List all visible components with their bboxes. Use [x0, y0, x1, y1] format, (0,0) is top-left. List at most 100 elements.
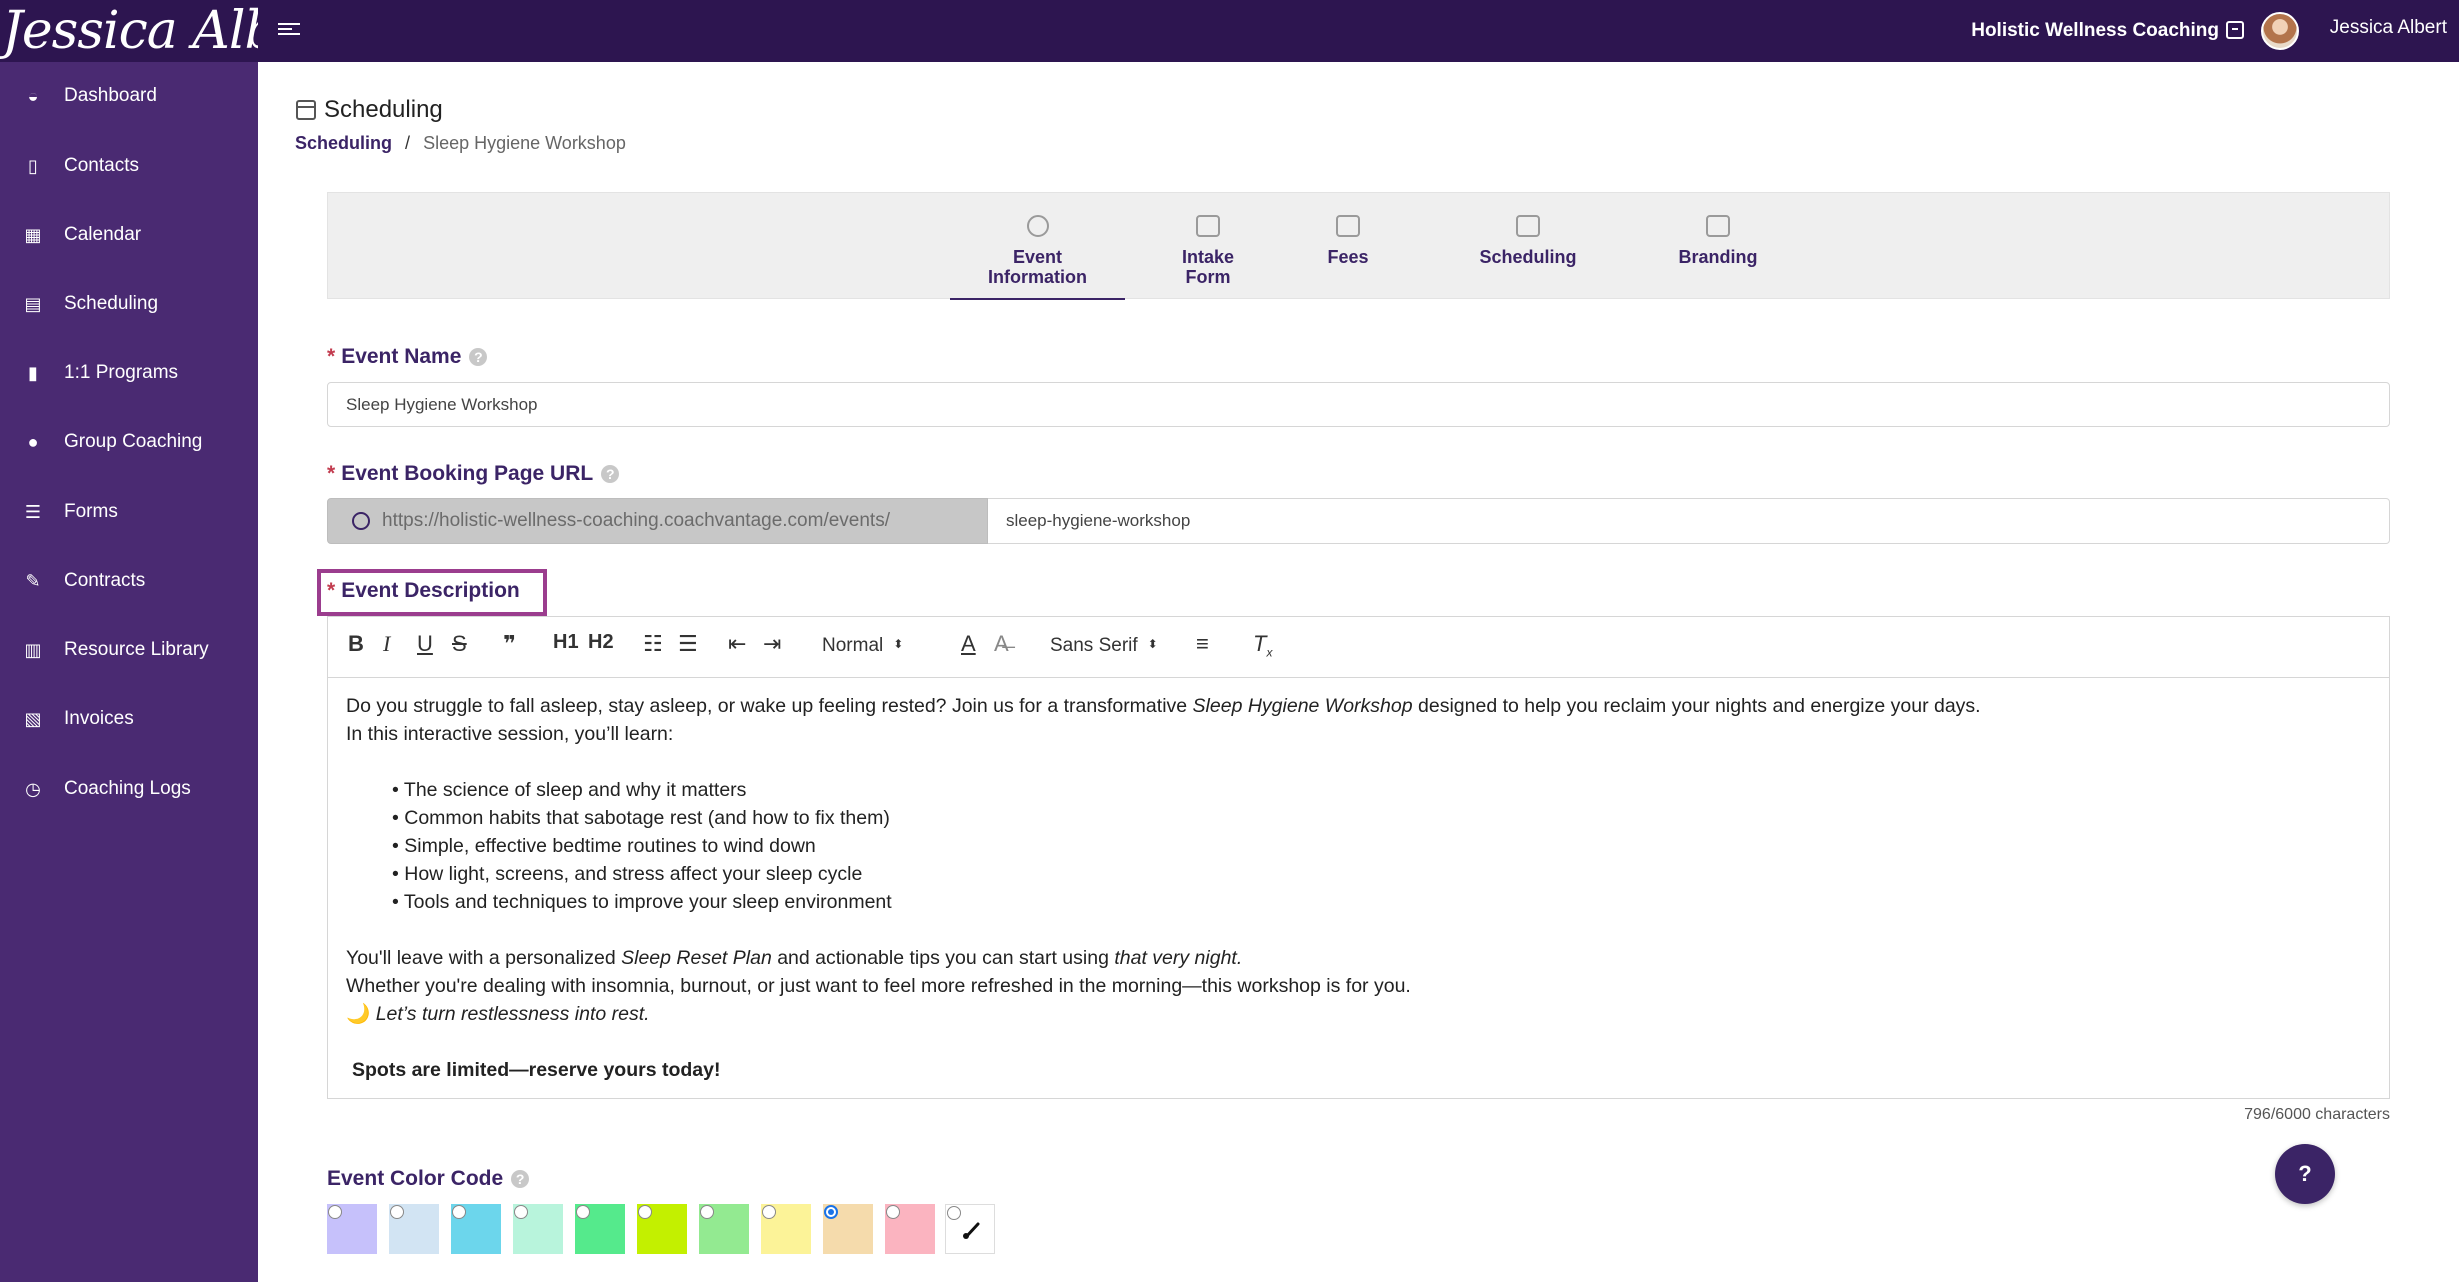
- color-swatch[interactable]: [389, 1204, 439, 1254]
- editor-paragraph: In this interactive session, you’ll lear…: [346, 723, 674, 745]
- color-swatch[interactable]: [327, 1204, 377, 1254]
- bullet-list-icon[interactable]: ☰: [678, 631, 698, 661]
- menu-toggle-icon[interactable]: [278, 20, 300, 42]
- invoice-icon: ▧: [24, 708, 42, 729]
- font-family-select[interactable]: Sans Serif ⬍: [1050, 635, 1158, 657]
- required-mark: *: [327, 345, 336, 368]
- avatar[interactable]: [2261, 12, 2299, 50]
- swatch-radio[interactable]: [886, 1205, 900, 1219]
- text-color-icon[interactable]: A: [961, 631, 976, 661]
- booking-url-prefix-text: https://holistic-wellness-coaching.coach…: [382, 510, 890, 531]
- color-swatch[interactable]: [451, 1204, 501, 1254]
- swatch-radio[interactable]: [514, 1205, 528, 1219]
- background-color-icon[interactable]: A̶: [994, 631, 1009, 661]
- ordered-list-icon[interactable]: ☷: [643, 631, 663, 661]
- sidebar-item-programs[interactable]: ▮ 1:1 Programs: [0, 348, 258, 398]
- sidebar-item-calendar[interactable]: ▦ Calendar: [0, 210, 258, 260]
- swatch-radio[interactable]: [576, 1205, 590, 1219]
- tab-label: Scheduling: [1479, 247, 1577, 267]
- breadcrumb-separator: /: [405, 133, 411, 153]
- sidebar-item-group-coaching[interactable]: ● Group Coaching: [0, 417, 258, 467]
- font-size-select[interactable]: Normal ⬍: [822, 635, 903, 657]
- editor-text: Do you struggle to fall asleep, stay asl…: [346, 695, 1193, 717]
- editor-paragraph: 🌙 Let’s turn restlessness into rest.: [346, 1000, 2371, 1028]
- user-menu[interactable]: Jessica Albert: [2330, 0, 2447, 62]
- color-swatch[interactable]: [885, 1204, 935, 1254]
- color-swatch[interactable]: [699, 1204, 749, 1254]
- swatch-radio[interactable]: [328, 1205, 342, 1219]
- credit-card-icon: [1336, 215, 1360, 237]
- breadcrumb-current: Sleep Hygiene Workshop: [423, 133, 626, 153]
- color-swatch[interactable]: [513, 1204, 563, 1254]
- brand-logo[interactable]: Jessica Albert: [0, 0, 258, 62]
- tab-branding[interactable]: Branding: [1648, 193, 1788, 300]
- sidebar-item-coaching-logs[interactable]: ◷ Coaching Logs: [0, 764, 258, 814]
- sidebar-item-label: Dashboard: [64, 85, 157, 106]
- clear-format-icon[interactable]: Tx: [1253, 631, 1272, 661]
- globe-icon: [352, 512, 370, 530]
- color-swatch[interactable]: [823, 1204, 873, 1254]
- breadcrumb: Scheduling / Sleep Hygiene Workshop: [295, 133, 626, 154]
- sidebar-item-contracts[interactable]: ✎ Contracts: [0, 556, 258, 606]
- font-family-value: Sans Serif: [1050, 635, 1138, 656]
- sidebar-item-resource-library[interactable]: ▥ Resource Library: [0, 625, 258, 675]
- help-icon[interactable]: ?: [601, 465, 620, 483]
- sidebar-item-dashboard[interactable]: ◒ Dashboard: [0, 71, 258, 121]
- tab-intake-form[interactable]: Intake Form: [1163, 193, 1253, 300]
- tab-label: Intake: [1181, 247, 1235, 267]
- editor-bullet-list: The science of sleep and why it matters …: [346, 776, 2371, 916]
- booking-url-prefix: https://holistic-wellness-coaching.coach…: [327, 498, 988, 544]
- swatch-radio[interactable]: [390, 1205, 404, 1219]
- event-name-label: * Event Name ?: [327, 345, 488, 369]
- tab-event-information[interactable]: Event Information: [950, 193, 1125, 300]
- help-button[interactable]: ?: [2275, 1144, 2335, 1204]
- color-swatch[interactable]: [761, 1204, 811, 1254]
- booking-url-slug-input[interactable]: sleep-hygiene-workshop: [988, 498, 2390, 544]
- swatch-radio[interactable]: [947, 1206, 961, 1220]
- strikethrough-button[interactable]: S: [452, 631, 467, 661]
- booking-url-label: * Event Booking Page URL ?: [327, 462, 620, 486]
- tab-label: Event: [1012, 247, 1063, 267]
- required-mark: *: [327, 462, 336, 485]
- sidebar-item-invoices[interactable]: ▧ Invoices: [0, 694, 258, 744]
- editor-italic-text: Sleep Hygiene Workshop: [1192, 695, 1413, 717]
- book-icon: ▮: [28, 362, 38, 383]
- org-name[interactable]: Holistic Wellness Coaching: [1971, 0, 2219, 62]
- swatch-radio[interactable]: [824, 1205, 838, 1219]
- tab-scheduling[interactable]: Scheduling: [1448, 193, 1608, 300]
- help-icon[interactable]: ?: [511, 1170, 530, 1188]
- blockquote-button[interactable]: ❞: [503, 631, 516, 661]
- sidebar-item-contacts[interactable]: ▯ Contacts: [0, 141, 258, 191]
- swatch-radio[interactable]: [762, 1205, 776, 1219]
- editor-paragraph: Spots are limited—reserve yours today!: [352, 1059, 721, 1081]
- swatch-radio[interactable]: [638, 1205, 652, 1219]
- italic-button[interactable]: I: [383, 631, 390, 661]
- sidebar-item-label: Scheduling: [64, 293, 159, 314]
- heading1-button[interactable]: H1: [553, 631, 579, 661]
- editor-text: You'll leave with a personalized: [346, 947, 622, 969]
- color-swatch[interactable]: [637, 1204, 687, 1254]
- editor-text: and actionable tips you can start using: [771, 947, 1115, 969]
- description-editor[interactable]: Do you struggle to fall asleep, stay asl…: [327, 677, 2390, 1099]
- swatch-radio[interactable]: [700, 1205, 714, 1219]
- align-icon[interactable]: ≡: [1196, 631, 1209, 661]
- checklist-icon: [1196, 215, 1220, 237]
- custom-color-swatch[interactable]: [945, 1204, 995, 1254]
- editor-paragraph: Whether you're dealing with insomnia, bu…: [346, 975, 1411, 997]
- indent-icon[interactable]: ⇥: [763, 631, 781, 661]
- sidebar-item-forms[interactable]: ☰ Forms: [0, 487, 258, 537]
- bold-button[interactable]: B: [348, 631, 364, 661]
- event-name-input[interactable]: Sleep Hygiene Workshop: [327, 382, 2390, 427]
- tab-fees[interactable]: Fees: [1308, 193, 1388, 300]
- event-name-label-text: Event Name: [341, 345, 462, 368]
- briefcase-icon[interactable]: [2226, 21, 2244, 39]
- underline-button[interactable]: U: [417, 631, 433, 661]
- info-icon: [1026, 215, 1049, 237]
- heading2-button[interactable]: H2: [588, 631, 614, 661]
- breadcrumb-link-scheduling[interactable]: Scheduling: [295, 133, 392, 153]
- sidebar-item-scheduling[interactable]: ▤ Scheduling: [0, 279, 258, 329]
- help-icon[interactable]: ?: [469, 348, 488, 366]
- color-swatch[interactable]: [575, 1204, 625, 1254]
- swatch-radio[interactable]: [452, 1205, 466, 1219]
- outdent-icon[interactable]: ⇤: [728, 631, 746, 661]
